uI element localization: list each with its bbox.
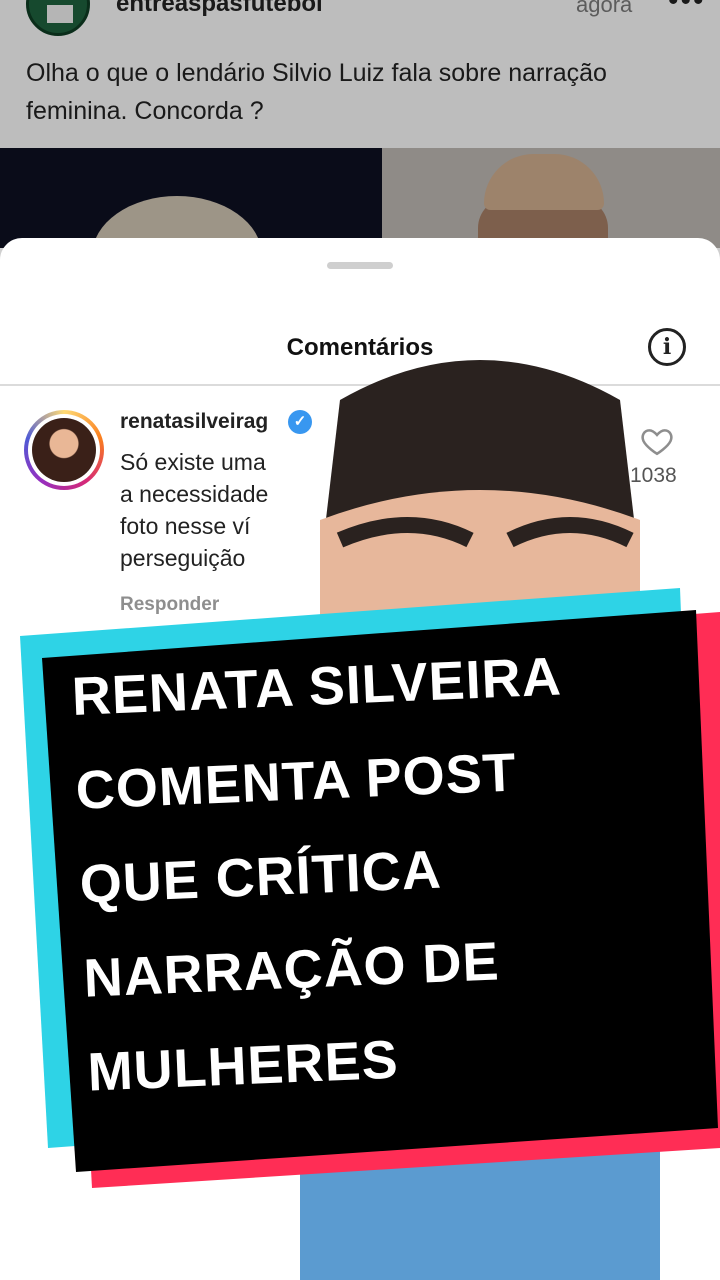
headline-text: RENATA SILVEIRA COMENTA POST QUE CRÍTICA… — [70, 627, 649, 1120]
avatar-photo — [32, 418, 96, 482]
dim-overlay — [0, 0, 720, 248]
comment-username[interactable]: renatasilveirag — [120, 410, 268, 434]
comment-avatar[interactable] — [24, 410, 104, 490]
sheet-drag-handle[interactable] — [327, 262, 393, 269]
